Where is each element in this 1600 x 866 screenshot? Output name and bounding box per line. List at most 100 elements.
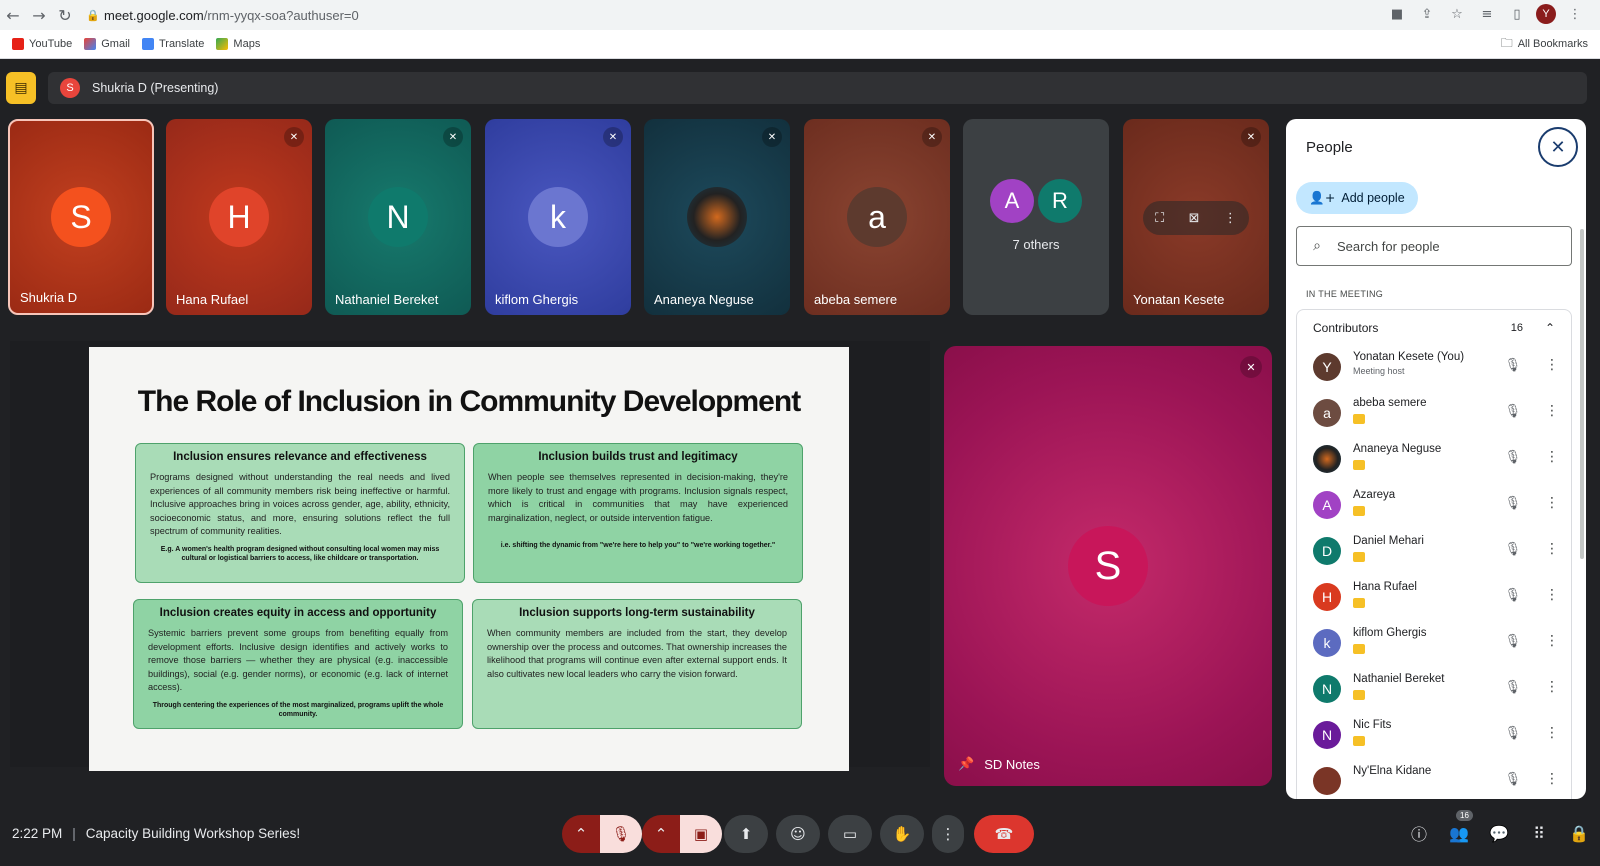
participant-name: Azareya: [1353, 489, 1396, 501]
box-body: Programs designed without understanding …: [150, 472, 450, 536]
more-vert-icon[interactable]: ⋮: [1545, 679, 1559, 695]
more-vert-icon[interactable]: ⋮: [1545, 587, 1559, 603]
more-vert-icon[interactable]: ⋮: [1545, 357, 1559, 373]
contributors-header[interactable]: Contributors 16 ⌃: [1296, 309, 1572, 345]
camera-toggle-button[interactable]: ▣: [680, 815, 722, 853]
address-bar[interactable]: 🔒 meet.google.com/rnm-yyqx-soa?authuser=…: [86, 3, 1376, 27]
mic-off-icon[interactable]: 🎙: [1504, 726, 1521, 741]
frame-icon[interactable]: ⛶: [1155, 211, 1164, 226]
forward-icon[interactable]: →: [26, 2, 52, 28]
camera-icon[interactable]: ■: [1386, 3, 1408, 25]
list-item[interactable]: a abeba semere 🎙 ⋮: [1297, 391, 1573, 437]
leave-call-button[interactable]: ☎: [974, 815, 1034, 853]
presenter-label[interactable]: S Shukria D (Presenting): [48, 72, 1587, 104]
camera-off-icon: ▣: [693, 825, 709, 843]
more-vert-icon[interactable]: ⋮: [1545, 541, 1559, 557]
chevron-up-icon: ⌃: [574, 825, 588, 843]
avatar: S: [51, 187, 111, 247]
video-options-button[interactable]: ⌃: [642, 815, 680, 853]
more-vert-icon[interactable]: ⋮: [1545, 633, 1559, 649]
participant-tile[interactable]: ✕ Ananeya Neguse: [644, 119, 790, 315]
list-item[interactable]: H Hana Rufael 🎙 ⋮: [1297, 575, 1573, 621]
more-vert-icon[interactable]: ⋮: [1224, 211, 1237, 226]
search-input[interactable]: ⌕ Search for people: [1296, 226, 1572, 266]
others-tile[interactable]: A R 7 others: [963, 119, 1109, 315]
presenter-avatar: S: [60, 78, 80, 98]
info-icon[interactable]: ⓘ: [1408, 822, 1430, 844]
list-item[interactable]: D Daniel Mehari 🎙 ⋮: [1297, 529, 1573, 575]
host-controls-icon[interactable]: 🔒: [1568, 822, 1590, 844]
avatar: a: [1313, 399, 1341, 427]
more-icon[interactable]: ⋮: [1564, 3, 1586, 25]
people-icon[interactable]: 👥 16: [1448, 810, 1473, 844]
mic-off-icon[interactable]: 🎙: [1504, 358, 1521, 373]
more-vert-icon[interactable]: ⋮: [1545, 495, 1559, 511]
list-item[interactable]: A Azareya 🎙 ⋮: [1297, 483, 1573, 529]
pin-icon[interactable]: 📌: [958, 757, 974, 772]
share-icon[interactable]: ⇪: [1416, 3, 1438, 25]
more-vert-icon: ⋮: [940, 825, 956, 843]
mic-off-icon[interactable]: 🎙: [1504, 588, 1521, 603]
list-item[interactable]: Ananeya Neguse 🎙 ⋮: [1297, 437, 1573, 483]
chat-icon[interactable]: 💬: [1488, 822, 1510, 844]
mic-toggle-button[interactable]: 🎙: [600, 815, 642, 853]
participant-tile[interactable]: ✕ a abeba semere: [804, 119, 950, 315]
star-icon[interactable]: ☆: [1446, 3, 1468, 25]
lock-icon: 🔒: [86, 8, 100, 22]
side-panel-icon[interactable]: ▯: [1506, 3, 1528, 25]
more-vert-icon[interactable]: ⋮: [1545, 403, 1559, 419]
bookmark-youtube[interactable]: YouTube: [12, 38, 72, 50]
audio-options-button[interactable]: ⌃: [562, 815, 600, 853]
apps-grid-icon[interactable]: ⠿: [1528, 822, 1550, 844]
participant-name: kiflom Ghergis: [495, 292, 579, 307]
bookmark-translate[interactable]: Translate: [141, 38, 204, 50]
list-item[interactable]: Ny'Elna Kidane 🎙 ⋮: [1297, 759, 1573, 799]
list-item[interactable]: k kiflom Ghergis 🎙 ⋮: [1297, 621, 1573, 667]
meeting-info: 2:22 PM | Capacity Building Workshop Ser…: [12, 800, 300, 866]
list-item[interactable]: N Nathaniel Bereket 🎙 ⋮: [1297, 667, 1573, 713]
mic-off-icon[interactable]: 🎙: [1504, 450, 1521, 465]
participant-tile[interactable]: S Shukria D: [8, 119, 154, 315]
panel-scrollbar[interactable]: [1580, 229, 1584, 559]
raise-hand-button[interactable]: ✋: [880, 815, 924, 853]
mic-off-icon[interactable]: 🎙: [1504, 634, 1521, 649]
meeting-title: Capacity Building Workshop Series!: [85, 825, 301, 841]
avatar: H: [1313, 583, 1341, 611]
hand-icon: ✋: [892, 825, 912, 843]
box-example: E.g. A women's health program designed w…: [160, 545, 440, 562]
list-item[interactable]: N Nic Fits 🎙 ⋮: [1297, 713, 1573, 759]
reload-icon[interactable]: ↻: [52, 2, 78, 28]
profile-avatar[interactable]: Y: [1536, 4, 1556, 24]
participant-tile[interactable]: ✕ k kiflom Ghergis: [485, 119, 631, 315]
bookmark-gmail[interactable]: Gmail: [84, 38, 130, 50]
mic-off-icon[interactable]: 🎙: [1504, 496, 1521, 511]
participant-tile[interactable]: ✕ N Nathaniel Bereket: [325, 119, 471, 315]
more-vert-icon[interactable]: ⋮: [1545, 771, 1559, 787]
add-people-label: Add people: [1341, 191, 1405, 205]
mic-off-icon[interactable]: 🎙: [1504, 404, 1521, 419]
all-bookmarks[interactable]: 🗀 All Bookmarks: [1501, 34, 1588, 55]
participant-name: Shukria D: [20, 290, 78, 305]
close-icon[interactable]: ✕: [1538, 127, 1578, 167]
avatar: A: [990, 179, 1034, 223]
mic-off-icon[interactable]: 🎙: [1504, 680, 1521, 695]
participant-tile[interactable]: ✕ ⛶ ⊠ ⋮ Yonatan Kesete: [1123, 119, 1269, 315]
more-vert-icon[interactable]: ⋮: [1545, 449, 1559, 465]
more-options-button[interactable]: ⋮: [932, 815, 964, 853]
list-item[interactable]: Y Yonatan Kesete (You) Meeting host 🎙 ⋮: [1297, 345, 1573, 391]
stop-presenting-icon[interactable]: ▤: [6, 72, 36, 104]
captions-button[interactable]: ▭: [828, 815, 872, 853]
bookmark-maps[interactable]: Maps: [216, 38, 260, 50]
pinned-tile[interactable]: ✕ S 📌 SD Notes: [944, 346, 1272, 786]
avatar-photo: [1313, 767, 1341, 795]
add-people-button[interactable]: 👤+ Add people: [1296, 182, 1418, 214]
reading-list-icon[interactable]: ≡: [1476, 3, 1498, 25]
back-icon[interactable]: ←: [0, 2, 26, 28]
more-vert-icon[interactable]: ⋮: [1545, 725, 1559, 741]
reactions-button[interactable]: ☺: [776, 815, 820, 853]
present-button[interactable]: ⬆: [724, 815, 768, 853]
participant-tile[interactable]: ✕ H Hana Rufael: [166, 119, 312, 315]
mic-off-icon[interactable]: 🎙: [1504, 542, 1521, 557]
mic-off-icon[interactable]: 🎙: [1504, 772, 1521, 787]
remove-icon[interactable]: ⊠: [1189, 211, 1200, 226]
